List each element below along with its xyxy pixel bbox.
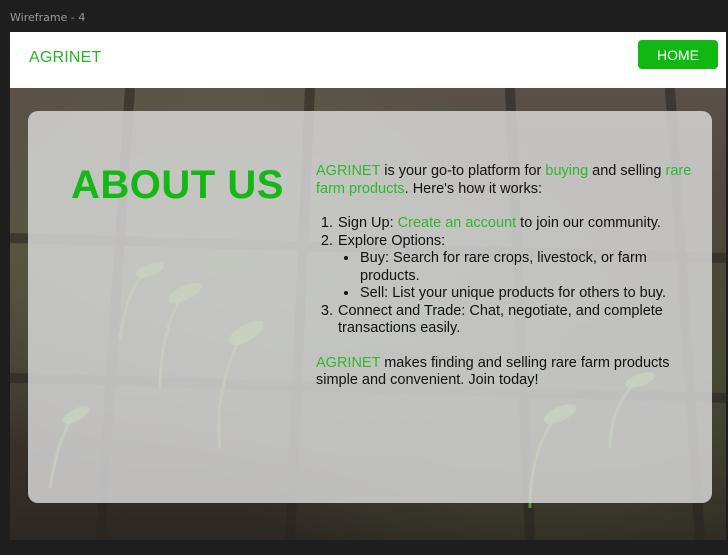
brand-logo[interactable]: AGRINET (29, 49, 102, 67)
home-button[interactable]: HOME (638, 40, 718, 69)
option-sell: Sell: List your unique products for othe… (359, 285, 696, 303)
steps-list: Sign Up: Create an account to join our c… (316, 215, 696, 338)
create-account-link[interactable]: Create an account (398, 215, 517, 231)
options-sublist: Buy: Search for rare crops, livestock, o… (338, 250, 696, 303)
brand-highlight: AGRINET (316, 163, 381, 179)
step-1-prefix: Sign Up: (338, 215, 398, 231)
about-content: AGRINET is your go-to platform for buyin… (316, 163, 696, 390)
intro-paragraph: AGRINET is your go-to platform for buyin… (316, 163, 696, 198)
step-connect-trade: Connect and Trade: Chat, negotiate, and … (337, 303, 696, 338)
step-sign-up: Sign Up: Create an account to join our c… (337, 215, 696, 233)
step-explore-options: Explore Options: Buy: Search for rare cr… (337, 233, 696, 303)
step-2-label: Explore Options: (338, 232, 446, 249)
option-buy: Buy: Search for rare crops, livestock, o… (359, 250, 696, 285)
buying-highlight: buying (545, 163, 589, 179)
frame-label: Wireframe - 4 (10, 11, 86, 24)
intro-text-3: . Here's how it works: (404, 180, 542, 197)
closing-brand-highlight: AGRINET (316, 354, 381, 371)
wireframe-frame: AGRINET HOME ABOUT US AGRINET is your go… (10, 32, 726, 540)
step-1-suffix: to join our community. (516, 215, 661, 231)
about-card: ABOUT US AGRINET is your go-to platform … (28, 111, 712, 503)
page-title: ABOUT US (71, 163, 284, 207)
intro-text-2: and selling (588, 163, 666, 179)
closing-paragraph: AGRINET makes finding and selling rare f… (316, 355, 696, 390)
top-navbar: AGRINET HOME (10, 32, 726, 88)
intro-text-1: is your go-to platform for (380, 163, 546, 179)
